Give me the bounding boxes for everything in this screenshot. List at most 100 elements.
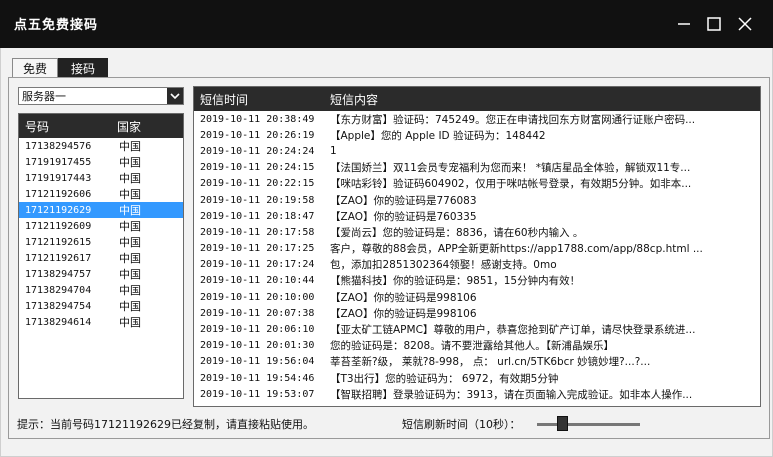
sms-row[interactable]: 2019-10-11 20:10:44 【熊猫科技】你的验证码是：9851，15分… xyxy=(194,273,760,289)
phone-number: 17191917443 xyxy=(25,172,92,184)
sms-content: 【爱尚云】您的验证码是：8836，请在60秒内输入 。 xyxy=(330,226,584,239)
sms-row[interactable]: 2019-10-11 19:54:46 【T3出行】您的验证码为： 6972，有效… xyxy=(194,370,760,386)
maximize-icon xyxy=(707,17,721,31)
sms-content: 客户，尊敬的88会员，APP全新更新https://app1788.com/ap… xyxy=(330,243,703,256)
phone-number: 17138294704 xyxy=(25,284,92,296)
country: 中国 xyxy=(119,188,141,201)
tab-free[interactable]: 免费 xyxy=(12,58,58,78)
number-row[interactable]: 17138294576 中国 xyxy=(19,138,183,154)
country: 中国 xyxy=(119,316,141,329)
sms-row[interactable]: 2019-10-11 20:26:19 【Apple】您的 Apple ID 验证… xyxy=(194,127,760,143)
sms-time: 2019-10-11 19:54:46 xyxy=(200,372,315,384)
sms-time: 2019-10-11 20:38:49 xyxy=(200,113,315,125)
number-row[interactable]: 17138294754 中国 xyxy=(19,298,183,314)
country: 中国 xyxy=(119,156,141,169)
header-sms-content[interactable]: 短信内容 xyxy=(330,91,760,108)
sms-row[interactable]: 2019-10-11 20:24:24 1 xyxy=(194,143,760,159)
country: 中国 xyxy=(119,268,141,281)
sms-row[interactable]: 2019-10-11 20:06:10 【亚太矿工链APMC】尊敬的用户，恭喜您抢… xyxy=(194,321,760,337)
sms-row[interactable]: 2019-10-11 20:17:25 客户，尊敬的88会员，APP全新更新htt… xyxy=(194,241,760,257)
sms-content: 您的验证码是：8208。请不要泄露给其他人。【新浦晶娱乐】 xyxy=(330,340,614,353)
number-row[interactable]: 17191917455 中国 xyxy=(19,154,183,170)
sms-content: 【熊猫科技】你的验证码是：9851，15分钟内有效！ xyxy=(330,275,581,288)
chevron-down-icon[interactable] xyxy=(167,88,183,104)
sms-content: 【ZAO】你的验证码是998106 xyxy=(330,291,477,304)
phone-number: 17191917455 xyxy=(25,156,92,168)
slider-track xyxy=(537,423,640,426)
number-row[interactable]: 17121192617 中国 xyxy=(19,250,183,266)
number-list: 号码 国家 17138294576 中国 17191917455 中国 17191917… xyxy=(18,113,184,399)
sms-content: 莘苔荃新?级， 莱就?8-998， 点： url.cn/5TK6bcr 妙镜妙埋… xyxy=(330,356,651,369)
sms-content: 【T3出行】您的验证码为： 6972，有效期5分钟 xyxy=(330,372,559,385)
phone-number: 17138294614 xyxy=(25,316,92,328)
sms-time: 2019-10-11 20:06:10 xyxy=(200,324,315,336)
sms-content: 【ZAO】你的验证码是998106 xyxy=(330,307,477,320)
sms-time: 2019-10-11 20:17:25 xyxy=(200,243,315,255)
number-list-header: 号码 国家 xyxy=(19,114,183,138)
phone-number: 17121192606 xyxy=(25,188,92,200)
sms-row[interactable]: 2019-10-11 20:07:38 【ZAO】你的验证码是998106 xyxy=(194,305,760,321)
tab-receive-code[interactable]: 接码 xyxy=(58,58,108,78)
sms-row[interactable]: 2019-10-11 20:18:47 【ZAO】你的验证码是760335 xyxy=(194,208,760,224)
country: 中国 xyxy=(119,252,141,265)
sms-time: 2019-10-11 20:10:00 xyxy=(200,291,315,303)
sms-row[interactable]: 2019-10-11 20:17:58 【爱尚云】您的验证码是：8836，请在60… xyxy=(194,224,760,240)
minimize-button[interactable] xyxy=(670,10,698,38)
sms-row[interactable]: 2019-10-11 20:10:00 【ZAO】你的验证码是998106 xyxy=(194,289,760,305)
number-row[interactable]: 17121192609 中国 xyxy=(19,218,183,234)
sms-time: 2019-10-11 19:56:04 xyxy=(200,356,315,368)
status-hint: 提示：当前号码17121192629已经复制，请直接粘贴使用。 xyxy=(17,418,314,431)
sms-time: 2019-10-11 20:24:24 xyxy=(200,145,315,157)
sms-time: 2019-10-11 20:10:44 xyxy=(200,275,315,287)
header-sms-time[interactable]: 短信时间 xyxy=(194,91,330,108)
sms-row[interactable]: 2019-10-11 20:24:15 【法国娇兰】双11会员专宠福利为您而来！ … xyxy=(194,160,760,176)
server-select[interactable]: 服务器一 xyxy=(18,87,184,105)
sms-row[interactable]: 2019-10-11 20:22:15 【咪咕彩铃】验证码604902，仅用于咪咕… xyxy=(194,176,760,192)
sms-row[interactable]: 2019-10-11 20:38:49 【东方财富】验证码：745249。您正在申… xyxy=(194,111,760,127)
sms-time: 2019-10-11 20:24:15 xyxy=(200,162,315,174)
sms-content: 【亚太矿工链APMC】尊敬的用户，恭喜您抢到矿产订单，请尽快登录系统进... xyxy=(330,324,696,337)
phone-number: 17121192617 xyxy=(25,252,92,264)
sms-content: 包，添加扣2851302364领娶！感谢支持。0mo xyxy=(330,259,557,272)
maximize-button[interactable] xyxy=(700,10,728,38)
phone-number: 17121192609 xyxy=(25,220,92,232)
phone-number: 17138294576 xyxy=(25,140,92,152)
phone-number: 17121192615 xyxy=(25,236,92,248)
phone-number: 17138294757 xyxy=(25,268,92,280)
sms-time: 2019-10-11 20:17:58 xyxy=(200,226,315,238)
sms-time: 2019-10-11 20:19:58 xyxy=(200,194,315,206)
sms-row[interactable]: 2019-10-11 19:53:07 【智联招聘】登录验证码为：3913，请在页… xyxy=(194,386,760,402)
header-number[interactable]: 号码 xyxy=(19,118,113,135)
sms-row[interactable]: 2019-10-11 20:19:58 【ZAO】你的验证码是776083 xyxy=(194,192,760,208)
number-row[interactable]: 17191917443 中国 xyxy=(19,170,183,186)
sms-row[interactable]: 2019-10-11 20:17:24 包，添加扣2851302364领娶！感谢支… xyxy=(194,257,760,273)
sms-content: 【ZAO】你的验证码是776083 xyxy=(330,194,477,207)
number-row[interactable]: 17138294704 中国 xyxy=(19,282,183,298)
header-country[interactable]: 国家 xyxy=(113,118,183,135)
number-row[interactable]: 17121192629 中国 xyxy=(19,202,183,218)
sms-content: 1 xyxy=(330,145,337,158)
sms-time: 2019-10-11 20:17:24 xyxy=(200,259,315,271)
sms-time: 2019-10-11 20:07:38 xyxy=(200,307,315,319)
refresh-interval-slider[interactable] xyxy=(537,414,640,432)
sms-content: 【Apple】您的 Apple ID 验证码为：148442 xyxy=(330,129,546,142)
phone-number: 17121192629 xyxy=(25,204,92,216)
number-row[interactable]: 17138294614 中国 xyxy=(19,314,183,330)
close-button[interactable] xyxy=(731,10,759,38)
sms-content: 【咪咕彩铃】验证码604902，仅用于咪咕帐号登录，有效期5分钟。如非本... xyxy=(330,178,692,191)
country: 中国 xyxy=(119,284,141,297)
country: 中国 xyxy=(119,140,141,153)
number-row[interactable]: 17138294757 中国 xyxy=(19,266,183,282)
number-rows: 17138294576 中国 17191917455 中国 17191917443 中国 1… xyxy=(19,138,183,330)
country: 中国 xyxy=(119,300,141,313)
number-row[interactable]: 17121192615 中国 xyxy=(19,234,183,250)
number-row[interactable]: 17121192606 中国 xyxy=(19,186,183,202)
sms-time: 2019-10-11 19:53:07 xyxy=(200,388,315,400)
app-title: 点五免费接码 xyxy=(14,18,99,33)
sms-list: 短信时间 短信内容 2019-10-11 20:38:49 【东方财富】验证码：7… xyxy=(193,86,761,407)
slider-thumb[interactable] xyxy=(557,416,568,431)
country: 中国 xyxy=(119,236,141,249)
sms-content: 【法国娇兰】双11会员专宠福利为您而来！ *镇店星品全体验，解锁双11专... xyxy=(330,162,691,175)
sms-row[interactable]: 2019-10-11 19:56:04 莘苔荃新?级， 莱就?8-998， 点： … xyxy=(194,354,760,370)
sms-row[interactable]: 2019-10-11 20:01:30 您的验证码是：8208。请不要泄露给其他人… xyxy=(194,338,760,354)
